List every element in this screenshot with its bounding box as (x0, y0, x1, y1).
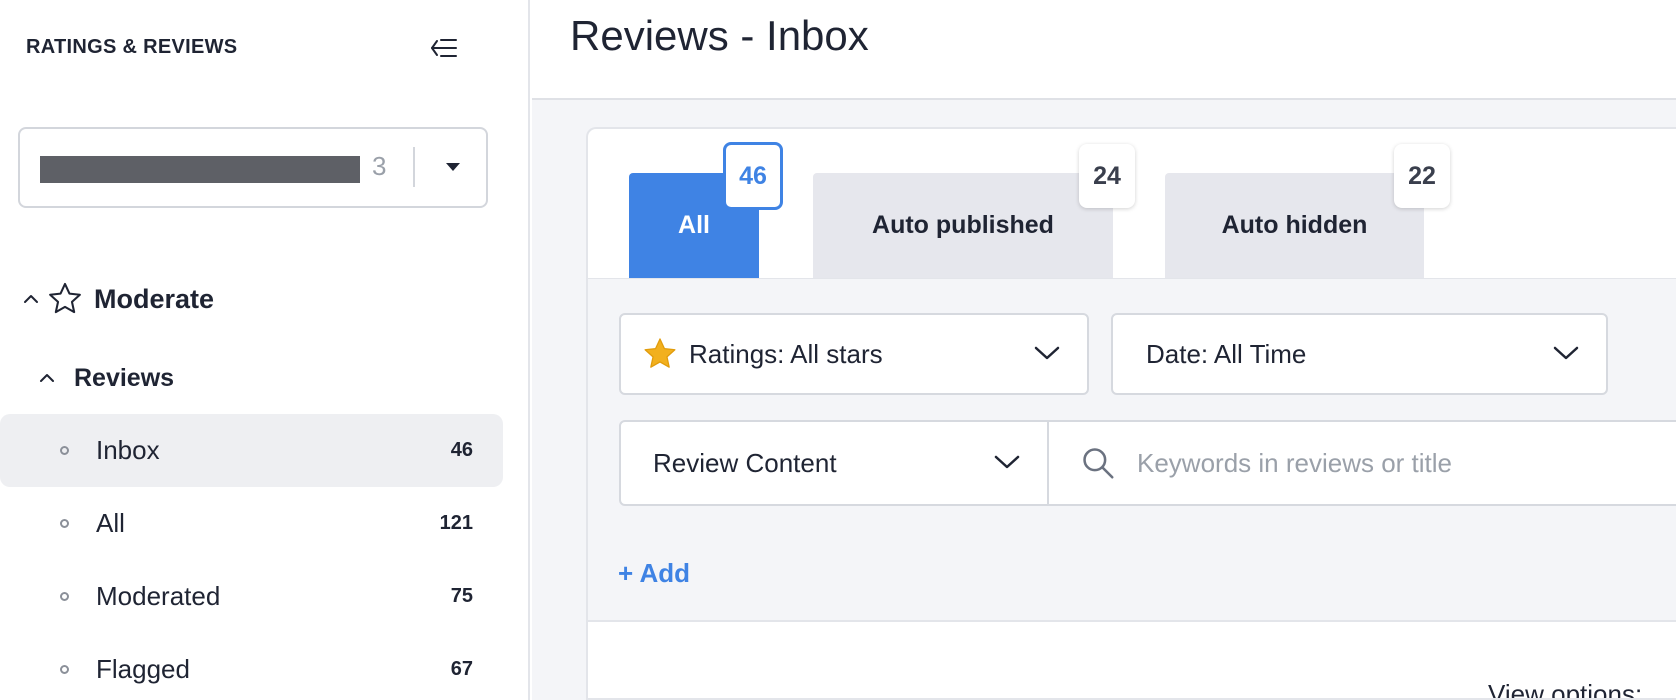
sidebar: RATINGS & REVIEWS 3 Moderate Reviews Inb… (0, 0, 530, 700)
tab-label: Auto published (872, 211, 1054, 239)
nav-reviews-label: Reviews (74, 363, 175, 392)
add-filter-button[interactable]: + Add (618, 558, 690, 589)
store-count: 3 (372, 151, 387, 181)
tab-label: Auto hidden (1221, 211, 1368, 239)
view-options-label: View options: (1488, 679, 1643, 700)
ratings-filter-label: Ratings: All stars (689, 338, 883, 369)
tab-auto-hidden-count-badge: 22 (1394, 144, 1450, 208)
store-select[interactable]: 3 (18, 127, 488, 208)
tab-all-count-badge: 46 (723, 142, 783, 210)
bullet-icon (60, 592, 69, 601)
review-field-dropdown[interactable]: Review Content (619, 420, 1049, 506)
date-filter-dropdown[interactable]: Date: All Time (1111, 313, 1608, 395)
star-outline-icon (49, 282, 81, 314)
sidebar-item-count: 46 (450, 439, 473, 461)
sidebar-item-count: 75 (450, 585, 473, 607)
filter-panel: Ratings: All stars Date: All Time Review… (588, 278, 1676, 622)
search-icon (1083, 448, 1114, 479)
chevron-up-icon (24, 295, 38, 303)
sidebar-item-inbox[interactable]: Inbox 46 (0, 414, 503, 487)
tab-auto-published[interactable]: Auto published (813, 173, 1113, 278)
keyword-search-box[interactable] (1047, 420, 1676, 506)
sidebar-item-count: 121 (439, 512, 473, 534)
tab-auto-published-count-badge: 24 (1079, 144, 1135, 208)
store-select-divider (413, 147, 415, 187)
ratings-filter-dropdown[interactable]: Ratings: All stars (619, 313, 1089, 395)
sidebar-item-count: 67 (450, 658, 473, 680)
keyword-search-input[interactable] (1137, 447, 1657, 479)
page-title: Reviews - Inbox (570, 12, 869, 59)
nav-moderate-label: Moderate (94, 283, 215, 314)
collapse-sidebar-button[interactable] (424, 30, 464, 66)
collapse-sidebar-icon (431, 39, 457, 57)
nav-moderate[interactable]: Moderate (22, 278, 502, 320)
review-field-label: Review Content (653, 447, 837, 478)
sidebar-item-label: All (96, 508, 125, 538)
sidebar-item-label: Flagged (96, 654, 190, 684)
chevron-down-icon (1553, 346, 1579, 360)
sidebar-item-label: Inbox (96, 435, 160, 465)
tab-label: All (678, 211, 710, 239)
bullet-icon (60, 446, 69, 455)
reviews-card: All 46 Auto published 24 Auto hidden 22 … (586, 127, 1676, 700)
bullet-icon (60, 665, 69, 674)
chevron-down-icon (1034, 346, 1060, 360)
sidebar-item-flagged[interactable]: Flagged 67 (0, 633, 503, 700)
star-filled-icon (644, 338, 676, 368)
chevron-up-icon (40, 374, 54, 382)
tab-auto-hidden[interactable]: Auto hidden (1165, 173, 1424, 278)
sidebar-header: RATINGS & REVIEWS (26, 36, 238, 58)
sidebar-item-moderated[interactable]: Moderated 75 (0, 560, 503, 633)
sidebar-item-all[interactable]: All 121 (0, 487, 503, 560)
bullet-icon (60, 519, 69, 528)
chevron-down-icon (994, 455, 1020, 469)
nav-reviews[interactable]: Reviews (38, 360, 498, 396)
sidebar-item-label: Moderated (96, 581, 221, 611)
store-name-redacted (40, 156, 360, 183)
date-filter-label: Date: All Time (1146, 338, 1307, 369)
caret-down-icon[interactable] (446, 163, 460, 171)
top-bar: Reviews - Inbox (532, 0, 1676, 100)
